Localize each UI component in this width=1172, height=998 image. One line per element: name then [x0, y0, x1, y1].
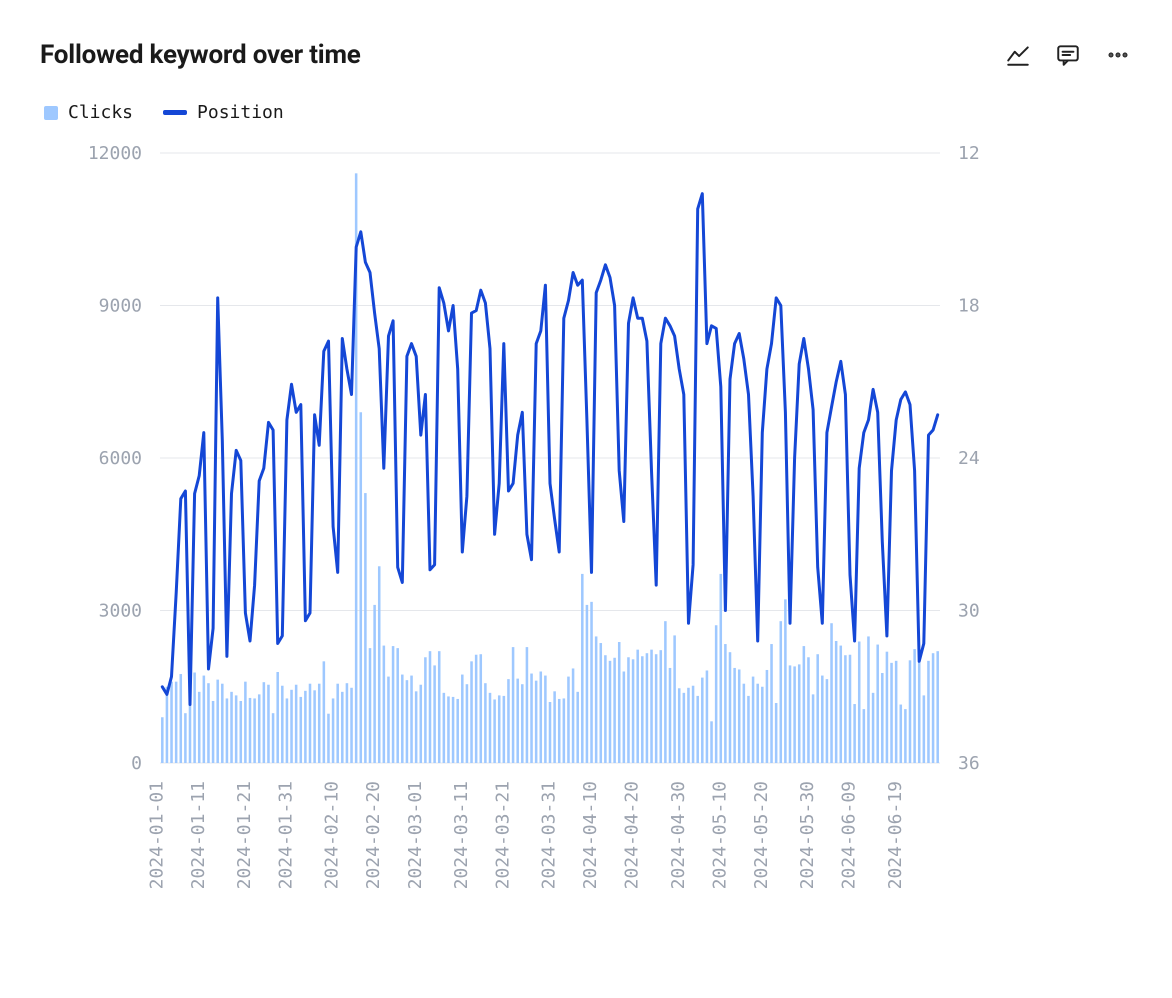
svg-text:2024-03-21: 2024-03-21 — [492, 781, 513, 889]
svg-text:2024-01-01: 2024-01-01 — [146, 781, 167, 889]
svg-text:2024-03-01: 2024-03-01 — [405, 781, 426, 889]
svg-text:2024-02-20: 2024-02-20 — [363, 781, 384, 889]
svg-text:2024-05-10: 2024-05-10 — [709, 781, 730, 889]
line-chart-icon[interactable] — [1004, 41, 1032, 69]
svg-text:2024-01-11: 2024-01-11 — [188, 781, 209, 889]
header-icons — [1004, 41, 1132, 69]
chart-area: 0 3000 6000 9000 12000 12 18 24 30 36 2024-01-01 20… — [40, 133, 1132, 963]
svg-text:2024-04-30: 2024-04-30 — [668, 781, 689, 889]
svg-text:2024-01-21: 2024-01-21 — [234, 781, 255, 889]
chart-title: Followed keyword over time — [40, 40, 361, 70]
comment-icon[interactable] — [1054, 41, 1082, 69]
chart-card: Followed keyword over time Clicks Positi… — [0, 0, 1172, 983]
svg-text:24: 24 — [958, 448, 980, 469]
more-icon[interactable] — [1104, 41, 1132, 69]
svg-text:2024-04-10: 2024-04-10 — [580, 781, 601, 889]
legend-label-clicks: Clicks — [68, 102, 133, 123]
svg-text:2024-02-10: 2024-02-10 — [322, 781, 343, 889]
svg-text:12000: 12000 — [88, 143, 142, 164]
legend-item-clicks[interactable]: Clicks — [44, 102, 133, 123]
legend-swatch-bar — [44, 106, 58, 120]
svg-text:0: 0 — [131, 753, 142, 774]
svg-text:36: 36 — [958, 753, 980, 774]
svg-text:12: 12 — [958, 143, 980, 164]
legend-swatch-line — [163, 110, 187, 115]
legend: Clicks Position — [40, 102, 1132, 123]
svg-text:2024-05-30: 2024-05-30 — [797, 781, 818, 889]
legend-label-position: Position — [197, 102, 284, 123]
card-header: Followed keyword over time — [40, 40, 1132, 70]
svg-text:2024-03-31: 2024-03-31 — [539, 781, 560, 889]
svg-text:2024-04-20: 2024-04-20 — [622, 781, 643, 889]
svg-text:18: 18 — [958, 296, 980, 317]
svg-text:2024-06-09: 2024-06-09 — [839, 781, 860, 889]
chart-svg: 0 3000 6000 9000 12000 12 18 24 30 36 2024-01-01 20… — [40, 133, 1080, 963]
svg-text:6000: 6000 — [99, 448, 142, 469]
svg-text:9000: 9000 — [99, 296, 142, 317]
svg-text:2024-03-11: 2024-03-11 — [451, 781, 472, 889]
svg-text:3000: 3000 — [99, 601, 142, 622]
svg-text:2024-06-19: 2024-06-19 — [885, 781, 906, 889]
svg-text:2024-05-20: 2024-05-20 — [751, 781, 772, 889]
legend-item-position[interactable]: Position — [163, 102, 284, 123]
svg-text:30: 30 — [958, 601, 980, 622]
svg-text:2024-01-31: 2024-01-31 — [276, 781, 297, 889]
